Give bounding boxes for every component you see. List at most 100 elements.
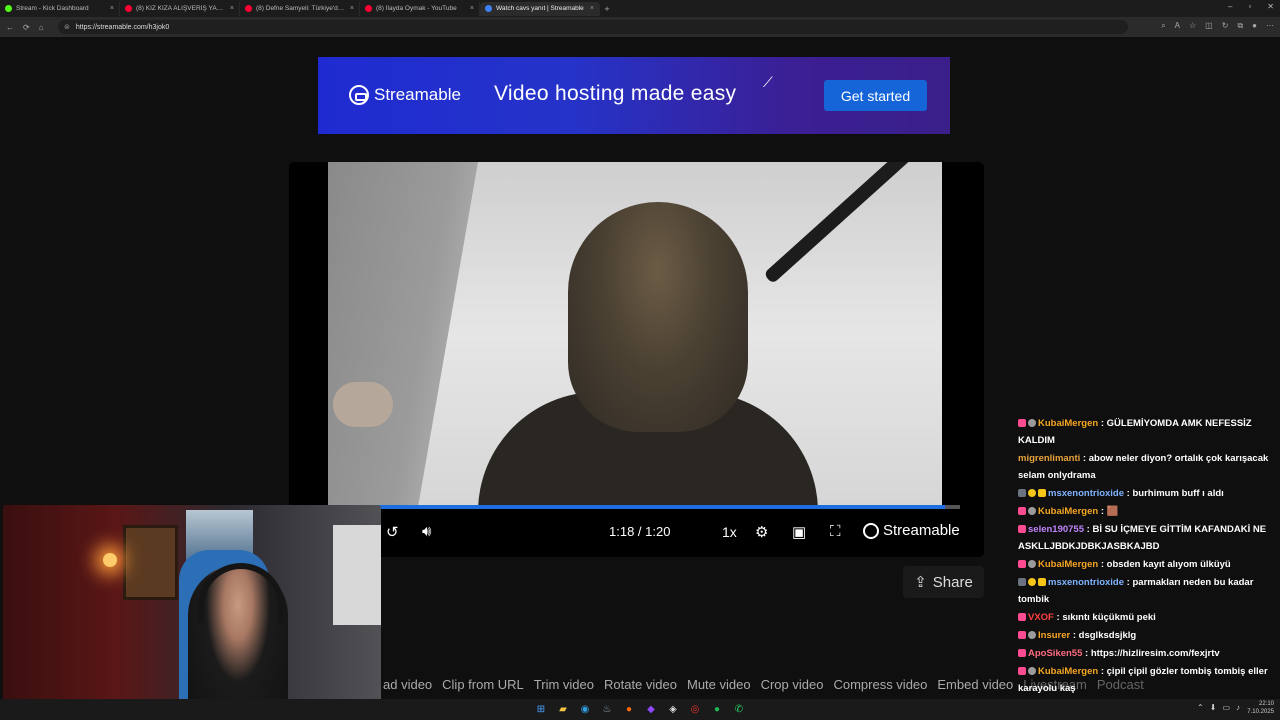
- steam-icon[interactable]: ♨: [599, 702, 615, 717]
- chat-username[interactable]: KubaiMergen: [1038, 418, 1098, 429]
- read-aloud-icon[interactable]: A: [1175, 21, 1180, 31]
- footer-link[interactable]: Clip from URL: [442, 677, 524, 692]
- browser-tab[interactable]: (8) İlayda Oymak - YouTube ×: [360, 1, 480, 16]
- screen: Stream - Kick Dashboard × (8) KIZ KIZA ALI…: [0, 0, 1280, 720]
- video-frame[interactable]: [328, 162, 942, 507]
- home-icon[interactable]: ⌂: [39, 23, 44, 32]
- chat-text: 🟫: [1106, 506, 1119, 517]
- chat-badge-icon: [1018, 419, 1026, 428]
- chat-username[interactable]: selen190755: [1028, 524, 1084, 535]
- share-button[interactable]: ⇪ Share: [903, 566, 984, 598]
- tab-close-icon[interactable]: ×: [470, 5, 474, 12]
- close-window-button[interactable]: ✕: [1267, 2, 1274, 11]
- progress-bar[interactable]: [378, 505, 960, 509]
- spotify-icon[interactable]: ●: [709, 702, 725, 717]
- video-player[interactable]: ↺ 🔊︎ 1:18 / 1:20 1x ⚙ ▣ ⛶ Streamable: [289, 162, 984, 557]
- footer-link[interactable]: Mute video: [687, 677, 751, 692]
- tab-close-icon[interactable]: ×: [590, 5, 594, 12]
- chat-username[interactable]: ApoSiken55: [1028, 648, 1082, 659]
- chat-username[interactable]: KubaiMergen: [1038, 666, 1098, 677]
- footer-link[interactable]: Trim video: [534, 677, 594, 692]
- chat-username[interactable]: msxenontrioxide: [1048, 488, 1124, 499]
- browser-tab[interactable]: (8) Defne Samyeli: Türkiye'deki değ ×: [240, 1, 360, 16]
- chat-text: dsglksdsjklg: [1078, 630, 1137, 641]
- tab-close-icon[interactable]: ×: [350, 5, 354, 12]
- chat-username[interactable]: Insurer: [1038, 630, 1070, 641]
- minimize-button[interactable]: –: [1228, 2, 1232, 11]
- volume-tray-icon[interactable]: ♪: [1236, 703, 1240, 712]
- back-icon[interactable]: ←: [6, 23, 14, 32]
- footer-link[interactable]: ad video: [383, 677, 432, 692]
- ad-banner[interactable]: Streamable Video hosting made easy ⟋ Get…: [318, 57, 950, 134]
- download-icon[interactable]: ⬇: [1210, 703, 1217, 712]
- footer-link[interactable]: Crop video: [761, 677, 824, 692]
- browser-tab[interactable]: (8) KIZ KIZA ALIŞVERİŞ YAPALIM ×: [120, 1, 240, 16]
- twitch-icon[interactable]: ◆: [643, 702, 659, 717]
- settings-gear-icon[interactable]: ⚙: [755, 523, 768, 541]
- chat-separator: :: [1098, 666, 1107, 677]
- network-icon[interactable]: ▭: [1222, 703, 1230, 712]
- firefox-icon[interactable]: ●: [621, 702, 637, 717]
- chat-message: KubaiMergen : GÜLEMİYOMDA AMK NEFESSİZ K…: [1018, 415, 1276, 449]
- browser-tab[interactable]: Stream - Kick Dashboard ×: [0, 1, 120, 16]
- playback-time: 1:18 / 1:20: [609, 524, 671, 539]
- profile-icon[interactable]: ●: [1252, 21, 1257, 31]
- maximize-button[interactable]: ▫: [1248, 2, 1251, 11]
- chat-text: https://hizliresim.com/fexjrtv: [1090, 648, 1220, 659]
- clock[interactable]: 22:10 7.10.2025: [1247, 700, 1274, 716]
- start-icon[interactable]: ⊞: [533, 702, 549, 717]
- chat-badge-icon: [1028, 631, 1036, 640]
- sparkle-icon: ⟋: [763, 74, 773, 90]
- share-label: Share: [932, 573, 973, 591]
- new-tab-button[interactable]: +: [600, 4, 614, 14]
- chat-username[interactable]: KubaiMergen: [1038, 506, 1098, 517]
- extensions-icon[interactable]: ◫: [1205, 21, 1213, 31]
- obs-icon[interactable]: ◎: [687, 702, 703, 717]
- reload-icon[interactable]: ⟳: [23, 23, 30, 32]
- video-person-head: [568, 202, 748, 432]
- footer-link[interactable]: Embed video: [937, 677, 1013, 692]
- chat-message: selen190755 : Bİ SU İÇMEYE GİTTİM KAFAND…: [1018, 521, 1276, 555]
- picture-in-picture-icon[interactable]: ▣: [792, 523, 806, 541]
- chat-badge-icon: [1028, 560, 1036, 569]
- fullscreen-icon[interactable]: ⛶: [830, 523, 841, 540]
- tray-chevron-icon[interactable]: ⌃: [1197, 703, 1204, 712]
- footer-link[interactable]: Rotate video: [604, 677, 677, 692]
- rewind-10-icon[interactable]: ↺: [386, 523, 399, 541]
- shelf: [333, 525, 381, 625]
- site-info-icon[interactable]: ⊜: [64, 23, 70, 31]
- chat-separator: :: [1080, 453, 1089, 464]
- player-brand[interactable]: Streamable: [863, 522, 960, 539]
- lamp-light: [103, 553, 117, 567]
- edge-icon[interactable]: ◉: [577, 702, 593, 717]
- browser-tab[interactable]: Watch cavs yanıt | Streamable ×: [480, 1, 600, 16]
- volume-icon[interactable]: 🔊︎: [422, 523, 431, 540]
- address-bar[interactable]: ⊜ https://streamable.com/h3jok0: [58, 20, 1128, 34]
- chat-badge-icon: [1038, 489, 1046, 498]
- footer-link[interactable]: Compress video: [833, 677, 927, 692]
- banner-logo-text: Streamable: [374, 85, 461, 104]
- zoom-icon[interactable]: ⌕: [1161, 21, 1165, 31]
- chat-username[interactable]: KubaiMergen: [1038, 559, 1098, 570]
- chat-username[interactable]: migrenlimanti: [1018, 453, 1080, 464]
- favorite-star-icon[interactable]: ☆: [1189, 21, 1196, 31]
- tab-close-icon[interactable]: ×: [110, 5, 114, 12]
- get-started-button[interactable]: Get started: [824, 80, 927, 111]
- chat-username[interactable]: msxenontrioxide: [1048, 577, 1124, 588]
- whatsapp-icon[interactable]: ✆: [731, 702, 747, 717]
- collections-icon[interactable]: ⧉: [1237, 21, 1243, 31]
- chat-message: migrenlimanti : abow neler diyon? ortalı…: [1018, 450, 1276, 484]
- chat-badge-icon: [1028, 419, 1036, 428]
- url-text[interactable]: https://streamable.com/h3jok0: [76, 24, 169, 31]
- app-icon[interactable]: ◈: [665, 702, 681, 717]
- menu-icon[interactable]: ⋯: [1266, 21, 1274, 31]
- chat-badge-icon: [1018, 649, 1026, 658]
- file-explorer-icon[interactable]: ▰: [555, 702, 571, 717]
- tab-close-icon[interactable]: ×: [230, 5, 234, 12]
- refresh-extension-icon[interactable]: ↻: [1222, 21, 1229, 31]
- streamable-logo-icon: [863, 522, 879, 539]
- system-tray: ⌃ ⬇ ▭ ♪: [1197, 703, 1240, 712]
- playback-speed-button[interactable]: 1x: [722, 524, 737, 540]
- chat-username[interactable]: VXOF: [1028, 612, 1054, 623]
- chat-separator: :: [1070, 630, 1079, 641]
